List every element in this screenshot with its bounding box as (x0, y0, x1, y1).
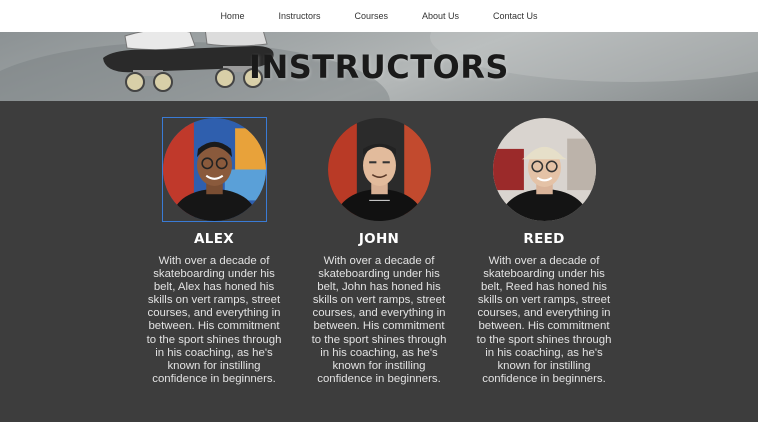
instructor-photo-frame[interactable] (327, 117, 432, 222)
instructor-card-john: JOHN With over a decade of skateboarding… (297, 101, 462, 386)
nav-link-about-us[interactable]: About Us (422, 11, 459, 21)
nav-link-contact-us[interactable]: Contact Us (493, 11, 538, 21)
instructor-card-reed: REED With over a decade of skateboarding… (462, 101, 627, 386)
nav-link-courses[interactable]: Courses (354, 11, 388, 21)
instructor-cards: ALEX With over a decade of skateboarding… (0, 101, 758, 386)
nav-link-home[interactable]: Home (220, 11, 244, 21)
page-title: INSTRUCTORS (249, 48, 509, 86)
instructor-name: ALEX (194, 231, 234, 247)
instructor-bio: With over a decade of skateboarding unde… (476, 255, 612, 385)
nav-link-instructors[interactable]: Instructors (278, 11, 320, 21)
instructor-card-alex: ALEX With over a decade of skateboarding… (132, 101, 297, 386)
instructor-photo-alex (162, 118, 266, 221)
instructor-photo-frame[interactable] (161, 117, 267, 222)
instructor-bio: With over a decade of skateboarding unde… (146, 255, 282, 385)
instructor-name: JOHN (358, 231, 400, 247)
instructor-name: REED (523, 231, 565, 247)
top-nav: Home Instructors Courses About Us Contac… (0, 0, 758, 32)
instructor-photo-frame[interactable] (492, 117, 597, 222)
instructor-photo-john (327, 118, 431, 221)
instructor-bio: With over a decade of skateboarding unde… (311, 255, 447, 385)
instructor-photo-reed (492, 118, 596, 221)
hero-banner: INSTRUCTORS (0, 32, 758, 101)
